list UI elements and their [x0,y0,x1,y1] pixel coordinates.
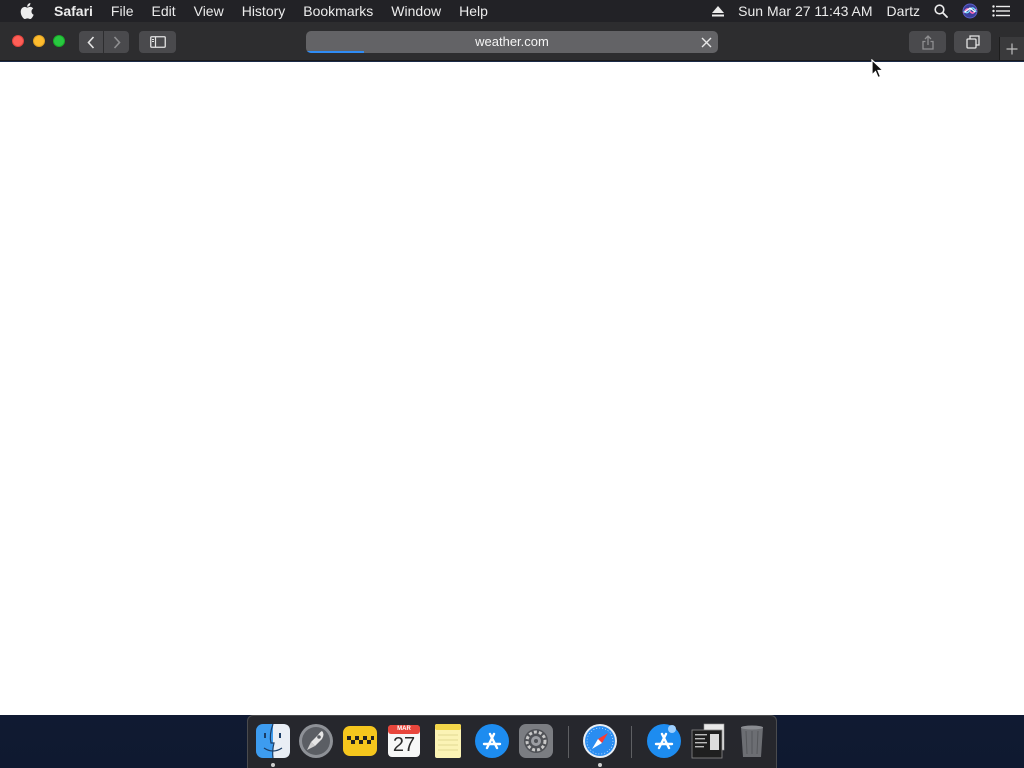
dock-app-store-icon[interactable] [472,721,512,761]
dock-running-indicator [598,763,602,767]
sidebar-icon [149,36,166,48]
dock-downloads-app-store-icon[interactable] [644,721,684,761]
menu-file[interactable]: File [102,0,143,22]
menu-edit[interactable]: Edit [142,0,184,22]
navigation-buttons [79,31,129,53]
safari-toolbar: weather.com [0,22,1024,61]
spotlight-search-icon[interactable] [934,4,948,18]
calendar-day-label: 27 [392,734,416,756]
dock-launchpad-icon[interactable] [296,721,336,761]
dock: MAR 27 [247,715,777,768]
dock-taxi-app-icon[interactable] [340,721,380,761]
window-fullscreen-button[interactable] [53,35,65,47]
menu-user-name[interactable]: Dartz [887,3,920,19]
stop-loading-icon[interactable] [699,35,713,49]
dock-calendar-icon[interactable]: MAR 27 [384,721,424,761]
dock-separator [631,726,632,758]
menu-bookmarks[interactable]: Bookmarks [294,0,382,22]
dock-separator [568,726,569,758]
notification-center-icon[interactable] [992,5,1010,17]
calendar-month-label: MAR [397,726,411,732]
dock-finder-icon[interactable] [253,721,293,761]
menu-help[interactable]: Help [450,0,497,22]
menu-window[interactable]: Window [382,0,450,22]
eject-icon[interactable] [712,5,725,17]
show-sidebar-button[interactable] [139,31,176,53]
menu-bar: Safari File Edit View History Bookmarks … [0,0,1024,22]
share-button[interactable] [909,31,946,53]
window-minimize-button[interactable] [33,35,45,47]
window-close-button[interactable] [12,35,24,47]
plus-icon [1006,43,1018,54]
menu-clock[interactable]: Sun Mar 27 11:43 AM [738,3,872,19]
dock-safari-icon[interactable] [580,721,620,761]
menu-history[interactable]: History [233,0,295,22]
back-button[interactable] [79,31,104,53]
menu-view[interactable]: View [185,0,233,22]
show-all-tabs-button[interactable] [954,31,991,53]
menu-app-safari[interactable]: Safari [50,0,102,22]
web-content-area[interactable] [0,62,1024,715]
dock-notes-icon[interactable] [428,721,468,761]
dock-documents-stack-icon[interactable] [688,721,728,761]
siri-icon[interactable] [962,3,978,19]
forward-button[interactable] [104,31,129,53]
dock-trash-icon[interactable] [732,721,772,761]
share-icon [921,34,934,50]
address-bar[interactable]: weather.com [306,31,718,53]
dock-running-indicator [271,763,275,767]
address-bar-url[interactable]: weather.com [306,31,718,53]
apple-menu-icon[interactable] [18,2,36,20]
mouse-pointer-icon [871,58,885,79]
tabs-overview-icon [965,35,980,49]
dock-system-preferences-icon[interactable] [516,721,556,761]
new-tab-button[interactable] [999,37,1024,60]
